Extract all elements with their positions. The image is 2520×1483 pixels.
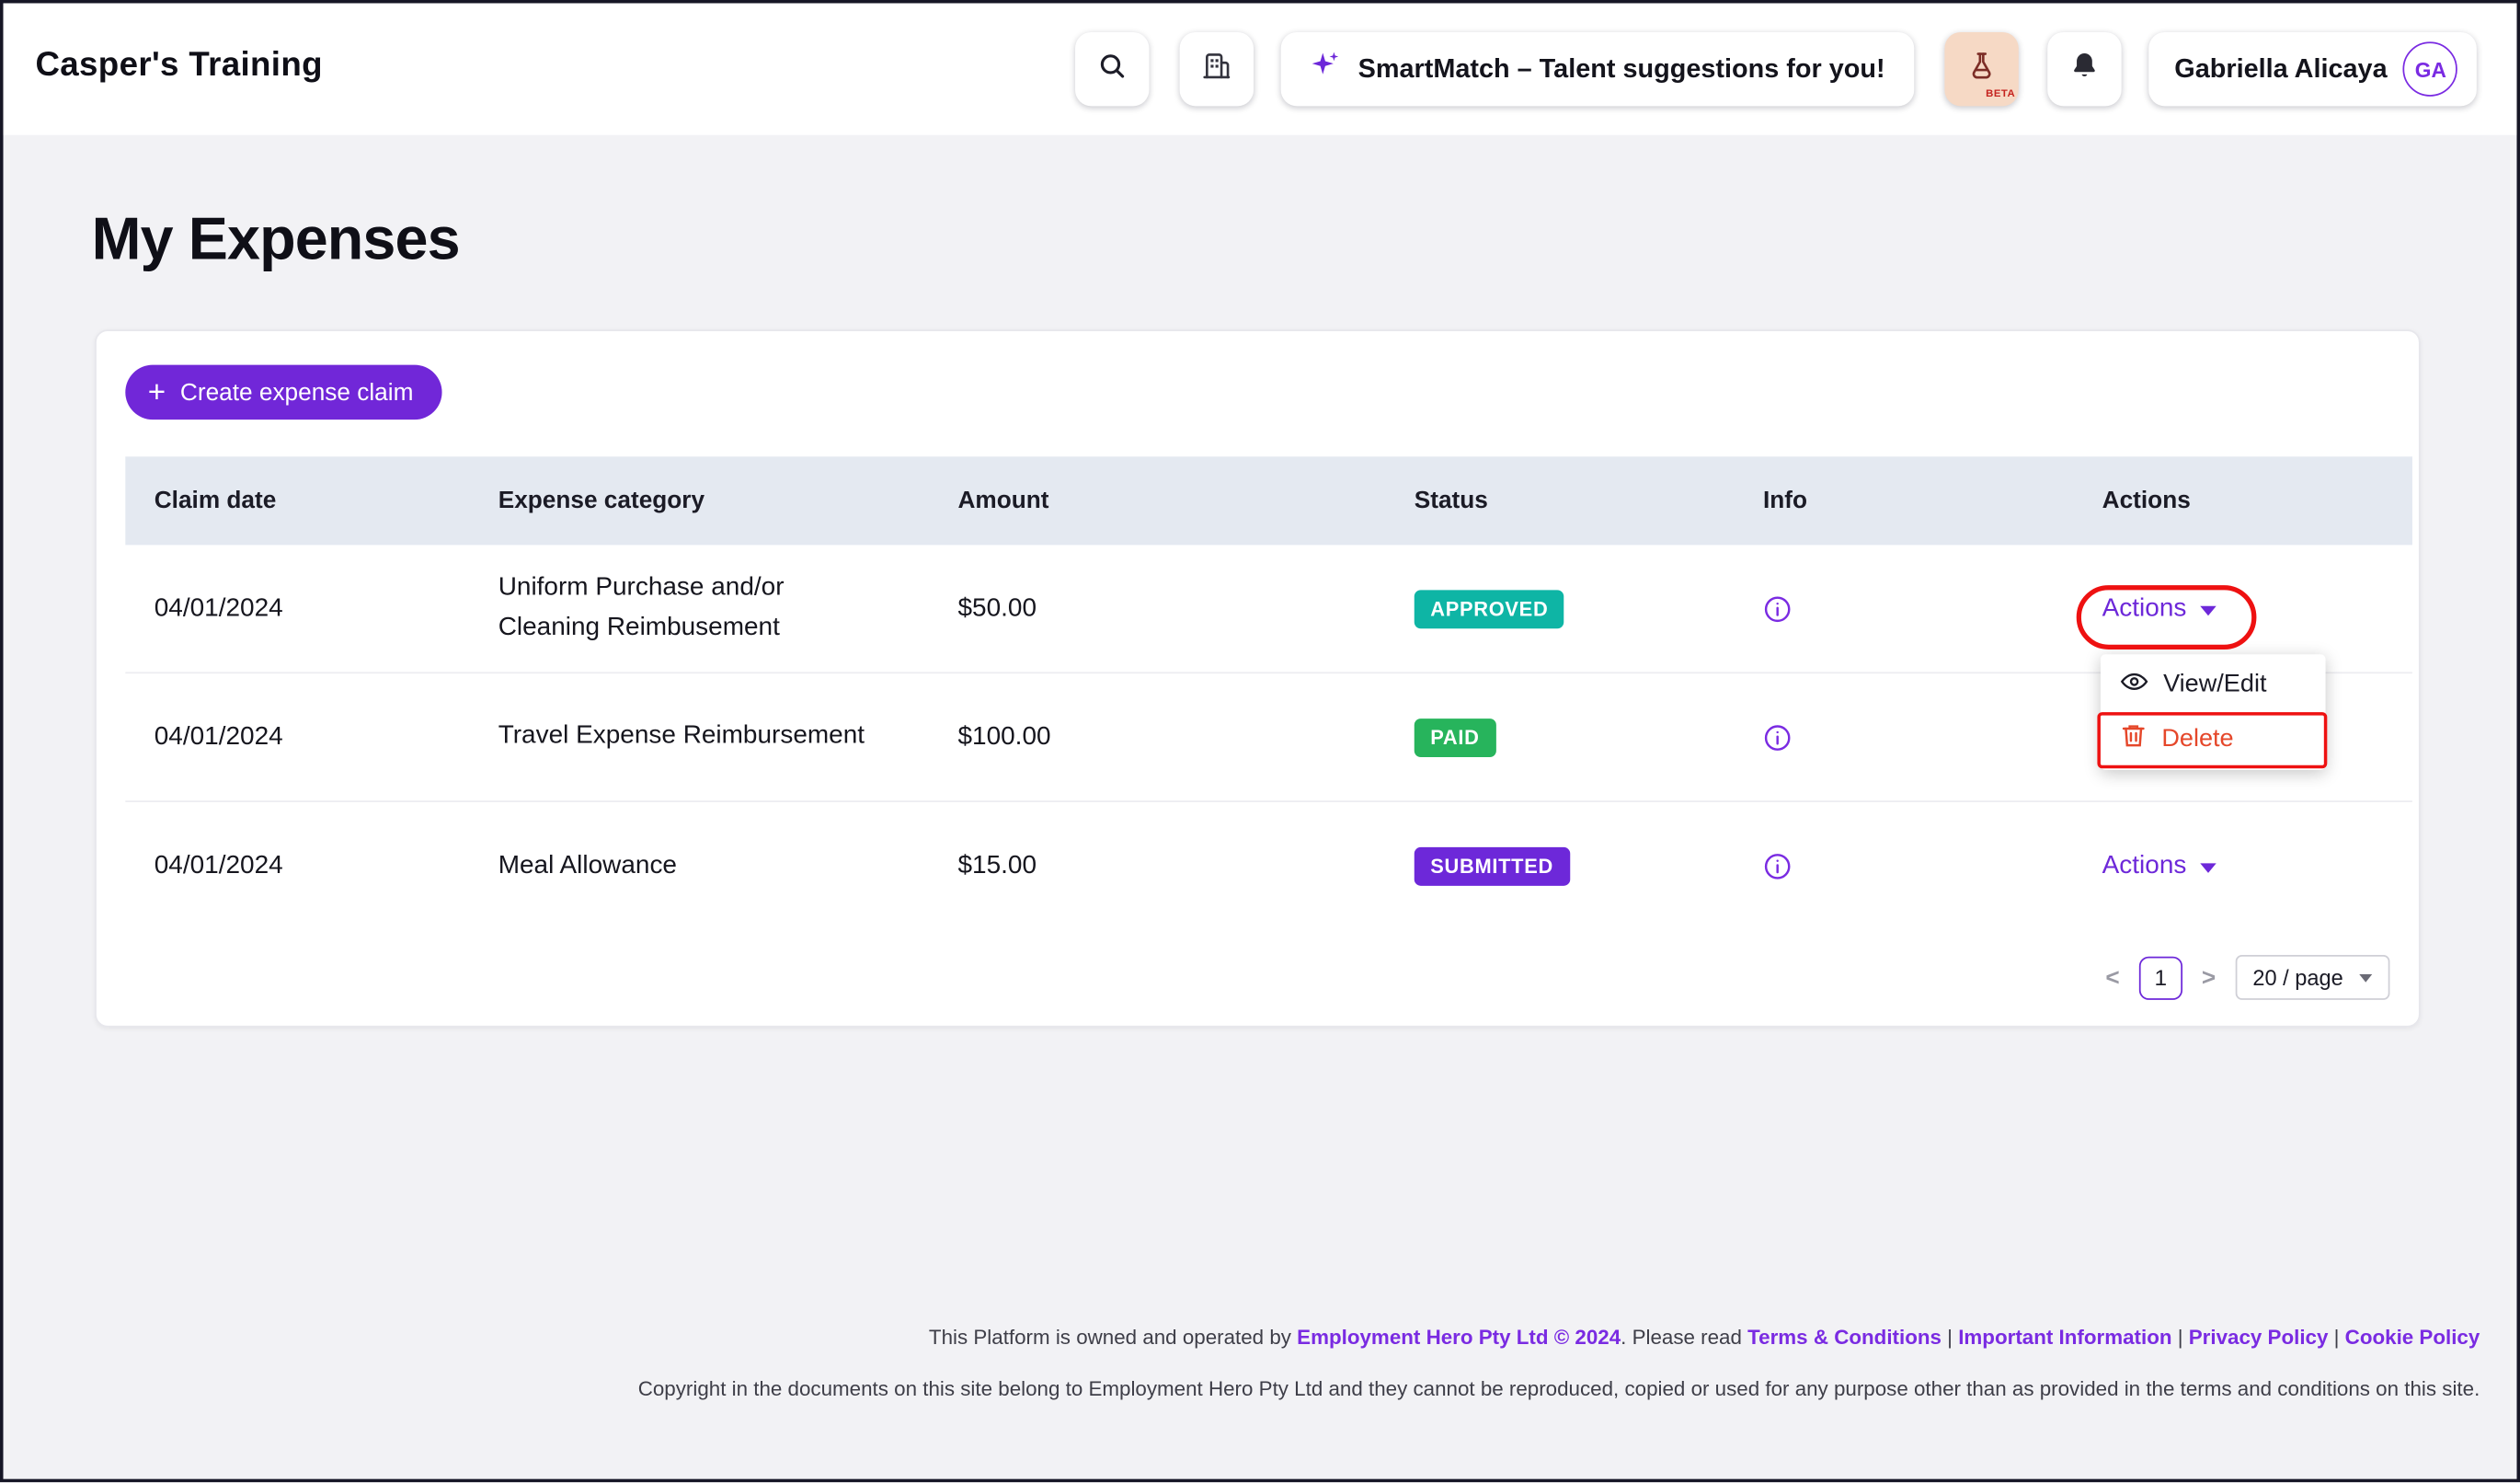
col-expense-category: Expense category [498,487,958,514]
beta-badge: BETA [1986,88,2015,99]
organisation-button[interactable] [1180,32,1254,106]
user-menu[interactable]: Gabriella Alicaya GA [2148,32,2477,106]
app-window: Casper's Training [0,0,2520,1482]
current-page-button[interactable]: 1 [2139,956,2182,999]
smartmatch-label: SmartMatch – Talent suggestions for you! [1358,54,1885,85]
expense-category: Travel Expense Reimbursement [498,718,958,757]
chevron-down-icon [2359,973,2372,982]
footer-legal-line: This Platform is owned and operated by E… [638,1325,2480,1350]
footer: This Platform is owned and operated by E… [638,1325,2480,1401]
amount: $15.00 [957,852,1414,880]
smartmatch-button[interactable]: SmartMatch – Talent suggestions for you! [1281,32,1914,106]
top-navbar: Casper's Training [3,3,2516,134]
page-title: My Expenses [92,206,460,273]
amount: $100.00 [957,722,1414,751]
user-name: Gabriella Alicaya [2174,54,2387,85]
labs-beta-button[interactable]: BETA [1944,32,2018,106]
pagination: < 1 > 20 / page [2105,955,2389,1000]
col-claim-date: Claim date [155,487,498,514]
amount: $50.00 [957,594,1414,623]
user-avatar: GA [2403,41,2457,96]
bell-icon [2068,49,2101,89]
sparkle-icon [1310,50,1340,88]
expenses-card: + Create expense claim Claim date Expens… [95,329,2421,1027]
table-row: 04/01/2024 Travel Expense Reimbursement … [125,673,2412,802]
expense-category: Meal Allowance [498,846,958,886]
status-badge: SUBMITTED [1415,847,1570,886]
col-info: Info [1763,487,2102,514]
next-page-button[interactable]: > [2202,964,2216,992]
table-row: 04/01/2024 Uniform Purchase and/or Clean… [125,545,2412,673]
plus-icon: + [148,377,166,408]
expense-category: Uniform Purchase and/or Cleaning Reimbus… [498,569,958,649]
notifications-button[interactable] [2047,32,2121,106]
brand-title: Casper's Training [35,47,322,86]
actions-dropdown-menu: View/Edit Delete [2101,654,2326,770]
menu-item-delete[interactable]: Delete [2101,712,2326,766]
footer-link-privacy[interactable]: Privacy Policy [2189,1325,2329,1349]
actions-dropdown-trigger[interactable]: Actions [2102,594,2217,623]
claim-date: 04/01/2024 [155,594,498,623]
trash-icon [2120,722,2148,757]
chevron-down-icon [2201,863,2216,872]
building-icon [1200,49,1232,89]
info-icon[interactable] [1763,852,2102,880]
flask-icon [1965,49,1998,89]
claim-date: 04/01/2024 [155,852,498,880]
info-icon[interactable] [1763,594,2102,623]
col-actions: Actions [2102,487,2412,514]
table-header-row: Claim date Expense category Amount Statu… [125,456,2412,545]
info-icon[interactable] [1763,722,2102,751]
eye-icon [2120,666,2148,703]
footer-link-cookie[interactable]: Cookie Policy [2345,1325,2480,1349]
col-amount: Amount [957,487,1414,514]
status-badge: PAID [1415,718,1495,756]
footer-link-terms[interactable]: Terms & Conditions [1747,1325,1942,1349]
expenses-table: Claim date Expense category Amount Statu… [125,456,2412,930]
status-badge: APPROVED [1415,589,1564,627]
search-icon [1096,49,1128,89]
footer-link-company[interactable]: Employment Hero Pty Ltd © 2024 [1297,1325,1621,1349]
menu-item-view-edit[interactable]: View/Edit [2101,658,2326,712]
actions-dropdown-trigger[interactable]: Actions [2102,852,2217,880]
col-status: Status [1415,487,1763,514]
page-size-select[interactable]: 20 / page [2235,955,2389,1000]
claim-date: 04/01/2024 [155,722,498,751]
create-expense-button[interactable]: + Create expense claim [125,365,442,420]
table-row: 04/01/2024 Meal Allowance $15.00 SUBMITT… [125,802,2412,931]
footer-copyright-line: Copyright in the documents on this site … [638,1376,2480,1401]
chevron-down-icon [2201,605,2216,615]
previous-page-button[interactable]: < [2105,964,2119,992]
footer-link-important-info[interactable]: Important Information [1958,1325,2171,1349]
search-button[interactable] [1075,32,1149,106]
